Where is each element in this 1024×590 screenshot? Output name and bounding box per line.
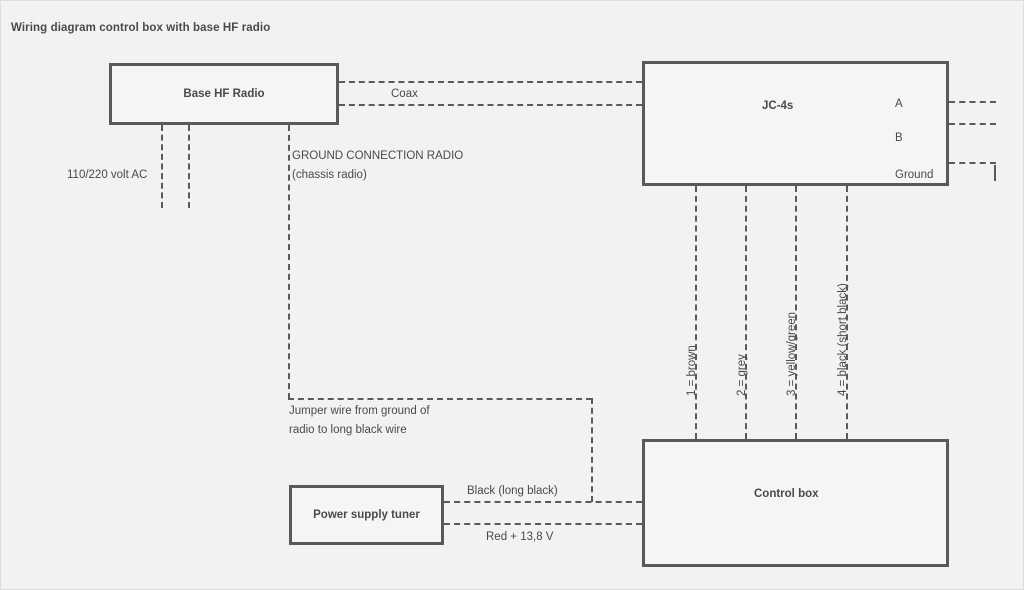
wire-4-black-short-label: 4 = black (short black): [837, 283, 849, 396]
wire-2-grey-label: 2 = grey: [736, 354, 748, 396]
diagram-title: Wiring diagram control box with base HF …: [11, 22, 271, 34]
base-hf-radio-box: Base HF Radio: [109, 63, 339, 125]
jumper-wire-label-line2: radio to long black wire: [289, 424, 407, 436]
power-supply-tuner-box: Power supply tuner: [289, 485, 444, 545]
jumper-wire-vertical: [591, 398, 593, 502]
jc4s-box: JC-4s A B Ground: [642, 61, 949, 186]
jc4s-ground-terminal-tick: [994, 165, 996, 181]
coax-wire-top: [339, 81, 642, 83]
jc4s-pin-a-label: A: [895, 98, 903, 110]
wire-3-yellow-green-label: 3 = yellow/green: [786, 311, 798, 396]
mains-wire-left: [161, 125, 163, 208]
red-power-wire: [444, 523, 642, 525]
coax-label: Coax: [391, 88, 418, 100]
mains-voltage-label: 110/220 volt AC: [67, 169, 148, 181]
mains-wire-right: [188, 125, 190, 208]
wiring-diagram-canvas: Wiring diagram control box with base HF …: [0, 0, 1024, 590]
black-long-wire-label: Black (long black): [467, 485, 558, 497]
wire-1-brown: [695, 186, 697, 439]
jumper-wire-label-line1: Jumper wire from ground of: [289, 405, 430, 417]
radio-ground-wire-vertical: [288, 125, 290, 399]
jc4s-pin-a-wire: [949, 101, 996, 103]
ground-connection-label-line1: GROUND CONNECTION RADIO: [292, 150, 464, 162]
base-hf-radio-label: Base HF Radio: [183, 88, 265, 100]
jumper-wire-horizontal: [288, 398, 592, 400]
control-box-label: Control box: [754, 488, 819, 500]
wire-2-grey: [745, 186, 747, 439]
red-voltage-label: Red + 13,8 V: [486, 531, 554, 543]
control-box: Control box: [642, 439, 949, 567]
power-supply-tuner-label: Power supply tuner: [313, 509, 420, 521]
wire-1-brown-label: 1 = brown: [686, 345, 698, 396]
ground-connection-label-line2: (chassis radio): [292, 169, 367, 181]
coax-wire-bottom: [339, 104, 642, 106]
black-long-wire: [444, 501, 642, 503]
jc4s-pin-ground-wire: [949, 162, 996, 164]
jc4s-pin-b-label: B: [895, 132, 903, 144]
jc4s-pin-ground-label: Ground: [895, 169, 934, 181]
jc4s-label: JC-4s: [762, 100, 794, 112]
jc4s-pin-b-wire: [949, 123, 996, 125]
